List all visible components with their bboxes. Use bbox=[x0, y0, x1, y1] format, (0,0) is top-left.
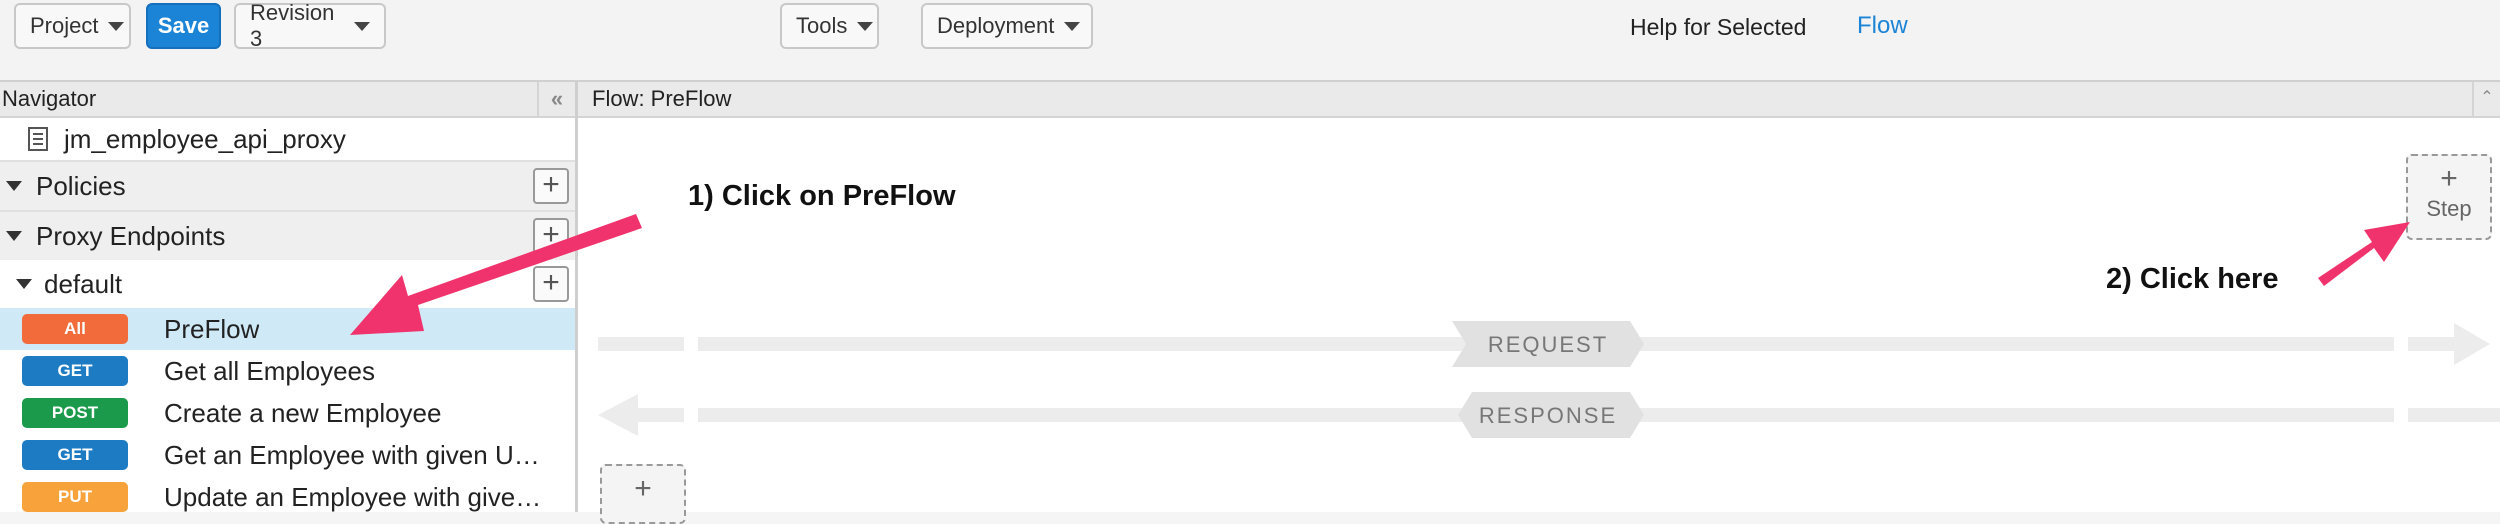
step-label: Step bbox=[2426, 196, 2472, 221]
response-arrow-left-icon bbox=[598, 394, 684, 436]
flow-item[interactable]: POST Create a new Employee bbox=[0, 392, 575, 434]
top-toolbar: Project Save Revision 3 Tools Deployment… bbox=[0, 0, 2500, 82]
flow-name: Update an Employee with give… bbox=[164, 481, 542, 512]
help-label: Help for Selected bbox=[1630, 14, 1807, 40]
chevron-down-icon bbox=[108, 21, 125, 31]
flow-name: Create a new Employee bbox=[164, 397, 442, 428]
revision-menu-button[interactable]: Revision 3 bbox=[234, 0, 386, 51]
policies-section[interactable]: Policies + bbox=[0, 160, 575, 210]
proxy-endpoints-label: Proxy Endpoints bbox=[36, 220, 226, 251]
flow-list: All PreFlow GET Get all Employees POST Create… bbox=[0, 308, 575, 518]
default-endpoint-label: default bbox=[44, 268, 123, 299]
proxy-name: jm_employee_api_proxy bbox=[64, 123, 346, 154]
add-flow-button[interactable]: + bbox=[533, 266, 569, 302]
flow-name: Get all Employees bbox=[164, 355, 375, 386]
revision-menu-label: Revision 3 bbox=[250, 0, 335, 51]
flow-name: Get an Employee with given U… bbox=[164, 439, 540, 470]
add-step-button[interactable]: + Step bbox=[2406, 154, 2492, 240]
default-endpoint[interactable]: default + bbox=[0, 260, 575, 308]
proxy-item[interactable]: jm_employee_api_proxy bbox=[0, 118, 575, 160]
plus-icon: + bbox=[2440, 162, 2458, 195]
collapse-navigator-button[interactable]: « bbox=[537, 82, 575, 116]
plus-icon: + bbox=[634, 472, 652, 505]
flow-editor-panel: Flow: PreFlow ⌃ REQUEST RESPONSE + Step … bbox=[578, 82, 2500, 524]
help-flow-link[interactable]: Flow bbox=[1857, 12, 1908, 40]
deployment-menu-button[interactable]: Deployment bbox=[921, 3, 1093, 49]
add-proxy-endpoint-button[interactable]: + bbox=[533, 218, 569, 254]
triangle-down-icon bbox=[6, 231, 22, 241]
deployment-menu-label: Deployment bbox=[937, 13, 1055, 38]
annotation-step1: 1) Click on PreFlow bbox=[688, 180, 956, 212]
proxy-endpoints-section[interactable]: Proxy Endpoints + bbox=[0, 210, 575, 260]
add-response-step-button[interactable]: + bbox=[600, 464, 686, 524]
navigator-title: Navigator bbox=[2, 86, 97, 111]
flow-lanes: REQUEST RESPONSE bbox=[598, 321, 2500, 438]
request-arrow-right-icon bbox=[2408, 323, 2490, 365]
save-button-label: Save bbox=[157, 13, 210, 38]
method-badge: GET bbox=[22, 440, 128, 470]
project-menu-button[interactable]: Project bbox=[14, 3, 131, 49]
double-chevron-up-icon[interactable]: ⌃ bbox=[2472, 82, 2500, 116]
tools-menu-label: Tools bbox=[796, 13, 848, 38]
policies-label: Policies bbox=[36, 170, 126, 201]
save-button[interactable]: Save bbox=[146, 3, 221, 49]
annotation-step2: 2) Click here bbox=[2106, 263, 2279, 295]
flow-item[interactable]: GET Get an Employee with given U… bbox=[0, 434, 575, 476]
method-badge: PUT bbox=[22, 482, 128, 512]
response-lane-right-segment bbox=[2408, 408, 2500, 422]
tools-menu-button[interactable]: Tools bbox=[780, 3, 879, 49]
double-chevron-left-icon: « bbox=[550, 86, 564, 111]
chevron-down-icon bbox=[354, 21, 370, 31]
flow-header: Flow: PreFlow ⌃ bbox=[578, 82, 2500, 118]
chevron-down-icon bbox=[857, 21, 874, 31]
method-badge: POST bbox=[22, 398, 128, 428]
project-menu-label: Project bbox=[30, 13, 99, 38]
triangle-down-icon bbox=[6, 181, 22, 191]
add-policy-button[interactable]: + bbox=[533, 168, 569, 204]
method-badge: All bbox=[22, 314, 128, 344]
triangle-down-icon bbox=[16, 279, 32, 289]
request-label: REQUEST bbox=[1488, 332, 1608, 357]
flow-name: PreFlow bbox=[164, 313, 260, 344]
flow-title: Flow: PreFlow bbox=[592, 86, 732, 111]
method-badge: GET bbox=[22, 356, 128, 386]
navigator-panel: Navigator « jm_employee_api_proxy Polici… bbox=[0, 82, 578, 512]
response-label: RESPONSE bbox=[1479, 403, 1617, 428]
chevron-down-icon bbox=[1064, 21, 1081, 31]
document-icon bbox=[28, 127, 48, 151]
request-lane-left-segment bbox=[598, 337, 684, 351]
flow-item[interactable]: All PreFlow bbox=[0, 308, 575, 350]
navigator-header: Navigator « bbox=[0, 82, 575, 118]
flow-item[interactable]: GET Get all Employees bbox=[0, 350, 575, 392]
